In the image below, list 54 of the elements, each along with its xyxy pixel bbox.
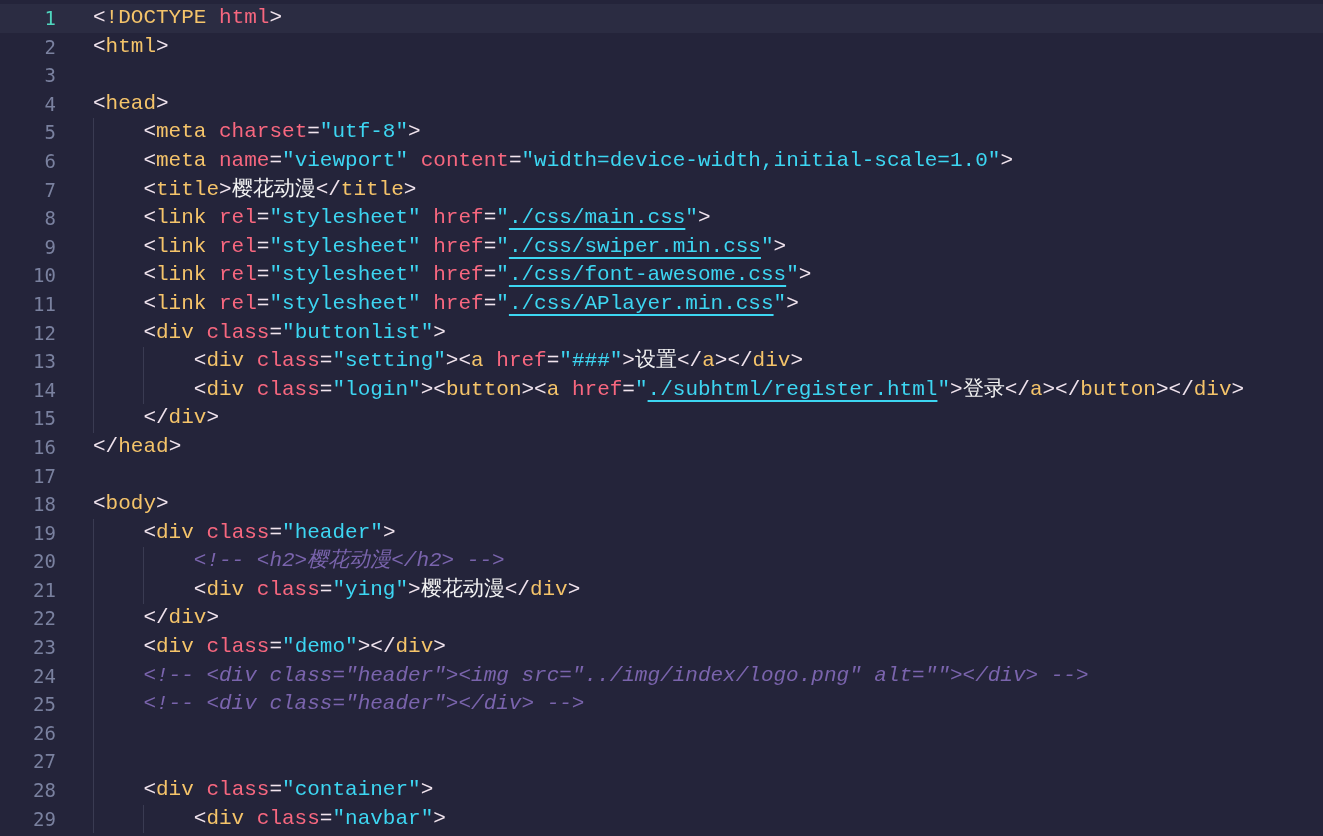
code-line: <!-- <div class="header"><img src="../img/index/logo.png" alt=""></div> --> (143, 662, 1089, 689)
code-line: <div class="header"> (143, 519, 396, 546)
line-number: 1 (43, 6, 56, 31)
line-number: 24 (32, 663, 56, 689)
line-number: 26 (32, 720, 56, 746)
line-number: 20 (32, 549, 56, 575)
line-number: 28 (32, 778, 56, 804)
line-number: 3 (43, 63, 56, 89)
code-line: <!DOCTYPE html> (93, 5, 283, 31)
code-line: </head> (93, 433, 182, 460)
code-line: <div class="navbar"> (193, 805, 446, 832)
line-number: 23 (32, 635, 56, 661)
line-number: 2 (43, 34, 56, 60)
line-number: 21 (32, 577, 56, 603)
line-number: 14 (32, 377, 56, 403)
line-number: 15 (32, 406, 56, 432)
line-number: 25 (32, 692, 56, 718)
code-line: <meta charset="utf-8"> (143, 119, 421, 146)
line-number: 4 (43, 91, 56, 117)
code-line: <div class="buttonlist"> (143, 319, 446, 346)
code-line: </div> (143, 605, 220, 632)
code-line: <link rel="stylesheet" href="./css/main.css"> (143, 205, 711, 232)
code-line: <link rel="stylesheet" href="./css/font-awesome.css"> (143, 262, 812, 289)
code-line: <body> (93, 491, 169, 518)
code-line: </div> (143, 405, 220, 432)
line-number: 10 (32, 263, 56, 289)
line-number: 27 (32, 749, 56, 775)
code-line: <div class="container"> (143, 777, 434, 804)
line-number: 16 (32, 434, 56, 460)
code-line: <head> (93, 90, 169, 117)
line-number: 13 (32, 349, 56, 375)
line-number: 18 (32, 492, 56, 518)
line-number: 29 (32, 806, 56, 832)
line-number: 19 (32, 520, 56, 546)
code-line: <div class="demo"></div> (143, 634, 446, 661)
code-line: <meta name="viewport" content="width=device-width,initial-scale=1.0"> (143, 147, 1013, 174)
code-line: <title>樱花动漫</title> (143, 176, 417, 203)
code-line: <!-- <div class="header"></div> --> (143, 691, 585, 718)
line-number: 12 (32, 320, 56, 346)
code-line: <div class="setting"><a href="###">设置</a></div> (193, 348, 803, 375)
line-number: 5 (43, 120, 56, 146)
code-line: <div class="login"><button><a href="./subhtml/register.html">登录</a></button></div> (193, 376, 1245, 403)
line-number: 8 (43, 206, 56, 232)
line-number: 22 (32, 606, 56, 632)
code-line: <link rel="stylesheet" href="./css/swiper.min.css"> (143, 233, 787, 260)
code-line: <link rel="stylesheet" href="./css/APlayer.min.css"> (143, 290, 799, 317)
line-number: 9 (43, 234, 56, 260)
line-number: 17 (32, 463, 56, 489)
line-number: 6 (43, 148, 56, 174)
line-number: 11 (32, 291, 56, 317)
code-line: <!-- <h2>樱花动漫</h2> --> (193, 547, 505, 575)
code-line: <div class="ying">樱花动漫</div> (193, 576, 581, 603)
code-line: <html> (93, 33, 169, 60)
line-number: 7 (43, 177, 56, 203)
